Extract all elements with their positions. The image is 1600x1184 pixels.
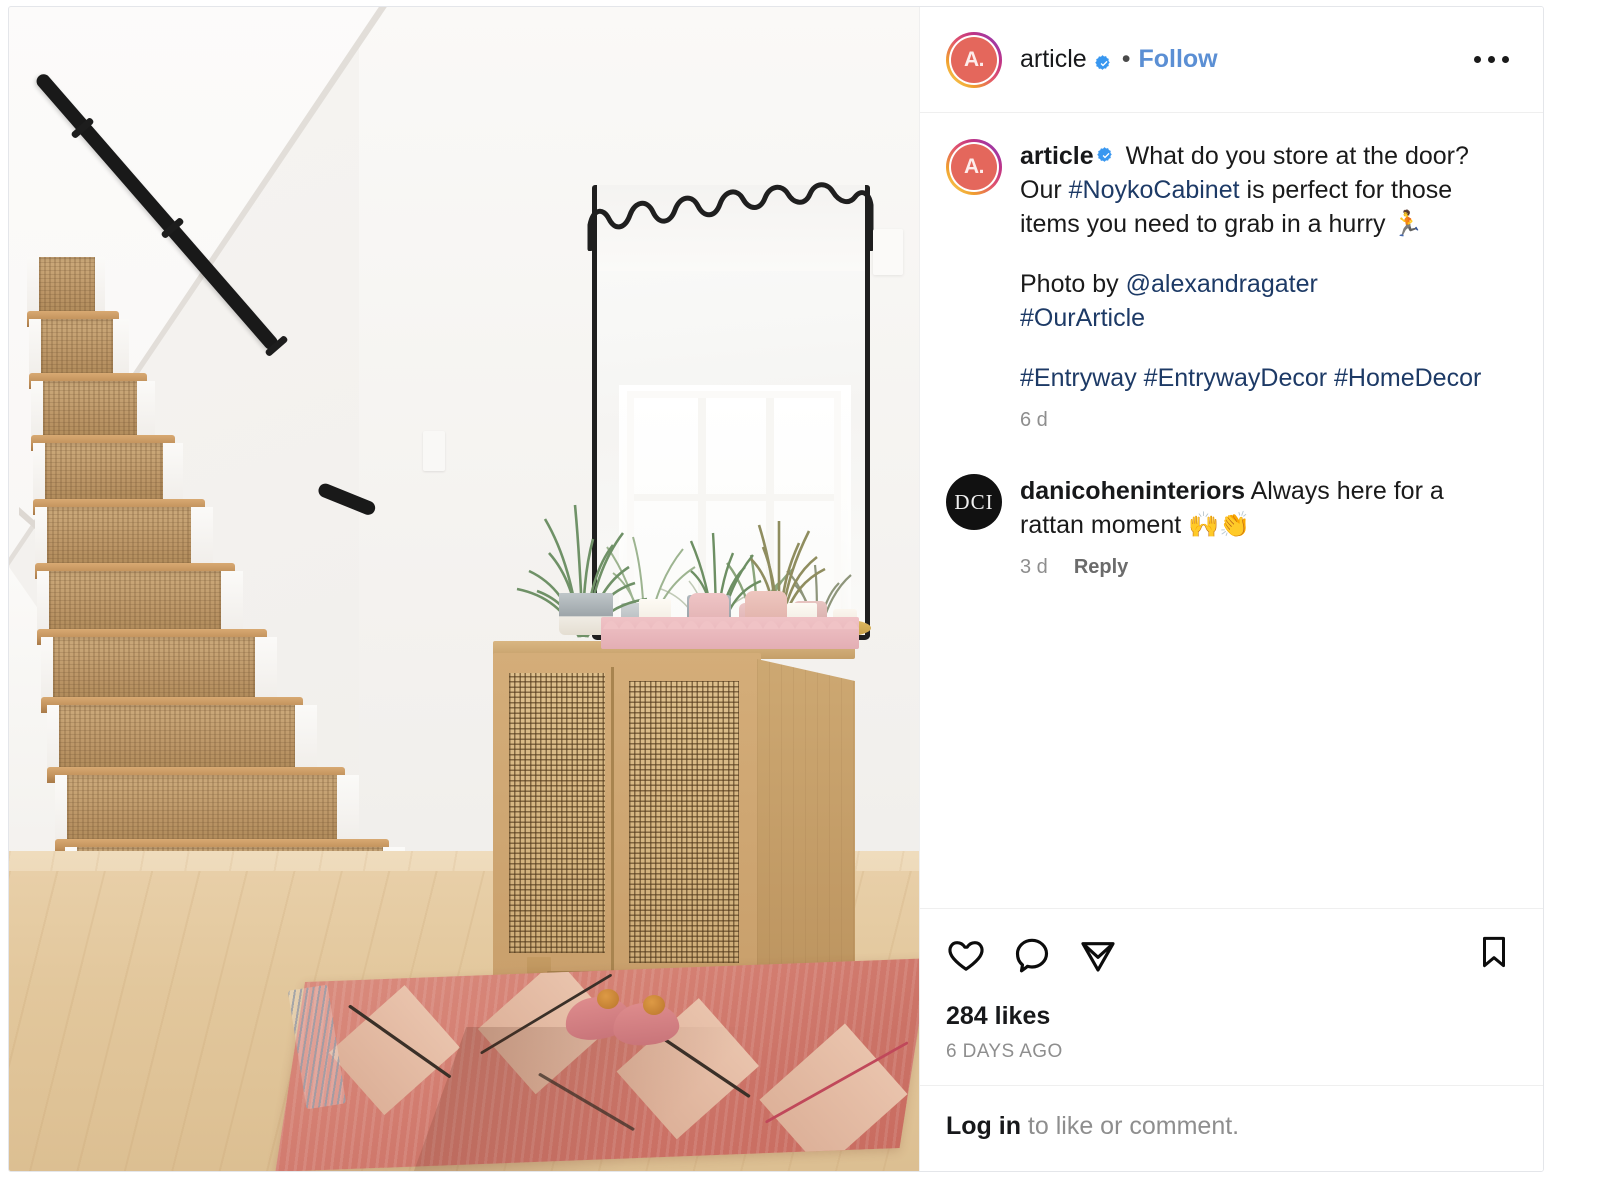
stair-runner bbox=[59, 705, 295, 775]
share-paper-plane-icon[interactable] bbox=[1078, 935, 1118, 975]
stair-runner bbox=[41, 319, 113, 381]
wall-plate bbox=[873, 229, 903, 275]
stair-runner bbox=[67, 775, 337, 847]
comment-text: danicoheninteriors Always here for a rat… bbox=[1020, 474, 1513, 542]
post-body: A. article What do you store at the door… bbox=[920, 113, 1543, 908]
header-username[interactable]: article bbox=[1020, 45, 1087, 74]
stair-runner bbox=[47, 507, 191, 571]
caption-hashtags-line: #Entryway #EntrywayDecor #HomeDecor bbox=[1020, 361, 1513, 395]
bookmark-icon[interactable] bbox=[1475, 933, 1513, 976]
mirror-wavy-top-frame bbox=[587, 182, 874, 251]
comment-avatar-wrap[interactable]: DCI bbox=[946, 474, 1002, 579]
stair-runner bbox=[45, 443, 163, 507]
post-sidebar: A. article • Follow A. article What do y… bbox=[919, 7, 1543, 1171]
comment-avatar: DCI bbox=[946, 474, 1002, 530]
hashtag-entryway[interactable]: #Entryway bbox=[1020, 364, 1137, 392]
tray-scallop-edge bbox=[603, 621, 859, 629]
caption-timestamp: 6 d bbox=[1020, 409, 1048, 431]
caption-avatar-ring[interactable]: A. bbox=[946, 139, 1002, 195]
follow-button[interactable]: Follow bbox=[1138, 45, 1217, 74]
rug-cast-shadow bbox=[411, 1027, 797, 1171]
light-switch bbox=[423, 431, 445, 471]
hashtag-ourarticle[interactable]: #OurArticle bbox=[1020, 304, 1145, 332]
photo-scene bbox=[9, 7, 919, 1171]
cane-door-right bbox=[629, 681, 739, 963]
slipper-pompom-right bbox=[643, 995, 665, 1015]
caption-avatar-ring-gap: A. bbox=[949, 142, 999, 192]
caption-text: article What do you store at the door? O… bbox=[1020, 139, 1513, 241]
avatar-story-ring[interactable]: A. bbox=[946, 31, 1002, 88]
cabinet-side-panel bbox=[757, 659, 855, 981]
caption-body: article What do you store at the door? O… bbox=[1020, 139, 1513, 432]
comment-body: danicoheninteriors Always here for a rat… bbox=[1020, 474, 1513, 579]
cane-door-left bbox=[509, 673, 605, 953]
hashtag-homedecor[interactable]: #HomeDecor bbox=[1334, 364, 1481, 392]
noyko-cabinet bbox=[493, 641, 855, 1033]
caption-block: A. article What do you store at the door… bbox=[946, 139, 1513, 432]
stair-runner bbox=[43, 381, 137, 443]
stair-runner bbox=[53, 637, 255, 705]
action-icons-row bbox=[946, 933, 1513, 976]
caption-username[interactable]: article bbox=[1020, 142, 1094, 170]
reply-button[interactable]: Reply bbox=[1074, 556, 1128, 579]
comment-bubble-icon[interactable] bbox=[1012, 935, 1052, 975]
header-separator: • bbox=[1121, 45, 1131, 73]
header-identity: article • Follow bbox=[1020, 45, 1218, 74]
verified-badge-icon bbox=[1094, 51, 1114, 70]
comment-item: DCI danicoheninteriors Always here for a… bbox=[946, 474, 1513, 579]
avatar: A. bbox=[951, 36, 997, 83]
comment-meta: 3 d Reply bbox=[1020, 556, 1513, 579]
comment-timestamp: 3 d bbox=[1020, 556, 1048, 578]
caption-avatar-wrap: A. bbox=[946, 139, 1002, 432]
login-prompt: Log in to like or comment. bbox=[920, 1085, 1543, 1171]
login-link[interactable]: Log in bbox=[946, 1112, 1021, 1140]
caption-avatar: A. bbox=[951, 144, 997, 190]
mention-alexandragater[interactable]: @alexandragater bbox=[1126, 270, 1318, 298]
caption-credit-line: Photo by @alexandragater #OurArticle bbox=[1020, 267, 1513, 335]
more-options-icon[interactable] bbox=[1470, 44, 1513, 75]
likes-count[interactable]: 284 likes bbox=[946, 1002, 1513, 1031]
posted-ago: 6 DAYS AGO bbox=[946, 1041, 1063, 1062]
caption-verified-badge-icon bbox=[1096, 140, 1116, 162]
stair-runner bbox=[39, 257, 95, 319]
post-photo[interactable] bbox=[9, 7, 919, 1171]
post-actions: 284 likes 6 DAYS AGO bbox=[920, 908, 1543, 1085]
hashtag-noykocabinet[interactable]: #NoykoCabinet bbox=[1069, 176, 1240, 204]
photo-credit-prefix: Photo by bbox=[1020, 270, 1126, 298]
comment-username[interactable]: danicoheninteriors bbox=[1020, 477, 1245, 505]
cabinet-door-gap bbox=[611, 667, 614, 975]
hashtag-entrywaydecor[interactable]: #EntrywayDecor bbox=[1144, 364, 1327, 392]
caption-meta: 6 d bbox=[1020, 409, 1513, 432]
slipper-pompom-left bbox=[597, 989, 619, 1009]
stair-runner bbox=[49, 571, 221, 637]
heart-icon[interactable] bbox=[946, 935, 986, 975]
avatar-ring-gap: A. bbox=[949, 34, 999, 85]
post-header: A. article • Follow bbox=[920, 7, 1543, 113]
login-prompt-rest: to like or comment. bbox=[1020, 1112, 1240, 1140]
instagram-post-embed: A. article • Follow A. article What do y… bbox=[8, 6, 1544, 1172]
